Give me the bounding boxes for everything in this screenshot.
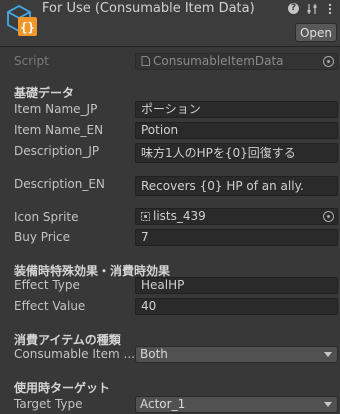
inspector-panel: {} For Use (Consumable Item Data) ? Open…	[0, 0, 340, 414]
sprite-icon	[141, 210, 150, 221]
effect-value-label: Effect Value	[14, 299, 86, 313]
inspector-title: For Use (Consumable Item Data)	[42, 1, 255, 16]
section-consumable-type: 消費アイテムの種類	[14, 333, 121, 347]
item-name-en-field[interactable]: Potion	[135, 122, 338, 139]
item-name-jp-label: Item Name_JP	[14, 102, 98, 116]
effect-value-field[interactable]: 40	[135, 298, 338, 315]
script-file-icon	[141, 55, 150, 66]
description-en-label: Description_EN	[14, 177, 105, 191]
icon-sprite-value: lists_439	[153, 209, 206, 223]
chevron-down-icon	[324, 402, 332, 407]
script-field[interactable]: ConsumableItemData	[135, 53, 338, 70]
buy-price-field[interactable]: 7	[135, 229, 338, 246]
menu-icon[interactable]	[323, 2, 336, 15]
open-button[interactable]: Open	[295, 23, 337, 42]
settings-icon[interactable]	[305, 2, 318, 15]
description-jp-label: Description_JP	[14, 144, 100, 158]
script-value: ConsumableItemData	[153, 54, 284, 68]
description-jp-field[interactable]: 味方1人のHPを{0}回復する	[135, 143, 338, 163]
sprite-picker-icon[interactable]	[323, 211, 334, 222]
buy-price-label: Buy Price	[14, 230, 71, 244]
item-name-en-label: Item Name_EN	[14, 123, 104, 137]
chevron-down-icon	[324, 352, 332, 357]
script-label: Script	[14, 54, 49, 68]
item-name-jp-field[interactable]: ポーション	[135, 101, 338, 118]
consumable-item-value: Both	[140, 347, 168, 361]
consumable-item-label: Consumable Item ...	[14, 347, 135, 361]
object-picker-icon[interactable]	[323, 56, 334, 67]
icon-sprite-label: Icon Sprite	[14, 210, 79, 224]
scriptable-object-icon: {}	[5, 3, 39, 39]
description-en-field[interactable]: Recovers {0} HP of an ally.	[135, 176, 338, 196]
target-type-dropdown[interactable]: Actor_1	[135, 396, 338, 413]
effect-type-label: Effect Type	[14, 278, 80, 292]
help-icon[interactable]: ?	[287, 2, 300, 15]
consumable-item-dropdown[interactable]: Both	[135, 346, 338, 363]
section-basic-data: 基礎データ	[14, 86, 75, 100]
effect-type-field[interactable]: HealHP	[135, 277, 338, 294]
target-type-value: Actor_1	[140, 397, 186, 411]
target-type-label: Target Type	[14, 397, 83, 411]
icon-sprite-field[interactable]: lists_439	[135, 208, 338, 225]
inspector-header: {} For Use (Consumable Item Data) ? Open	[0, 0, 340, 47]
section-use-target: 使用時ターゲット	[14, 381, 111, 395]
svg-text:{}: {}	[20, 21, 34, 35]
